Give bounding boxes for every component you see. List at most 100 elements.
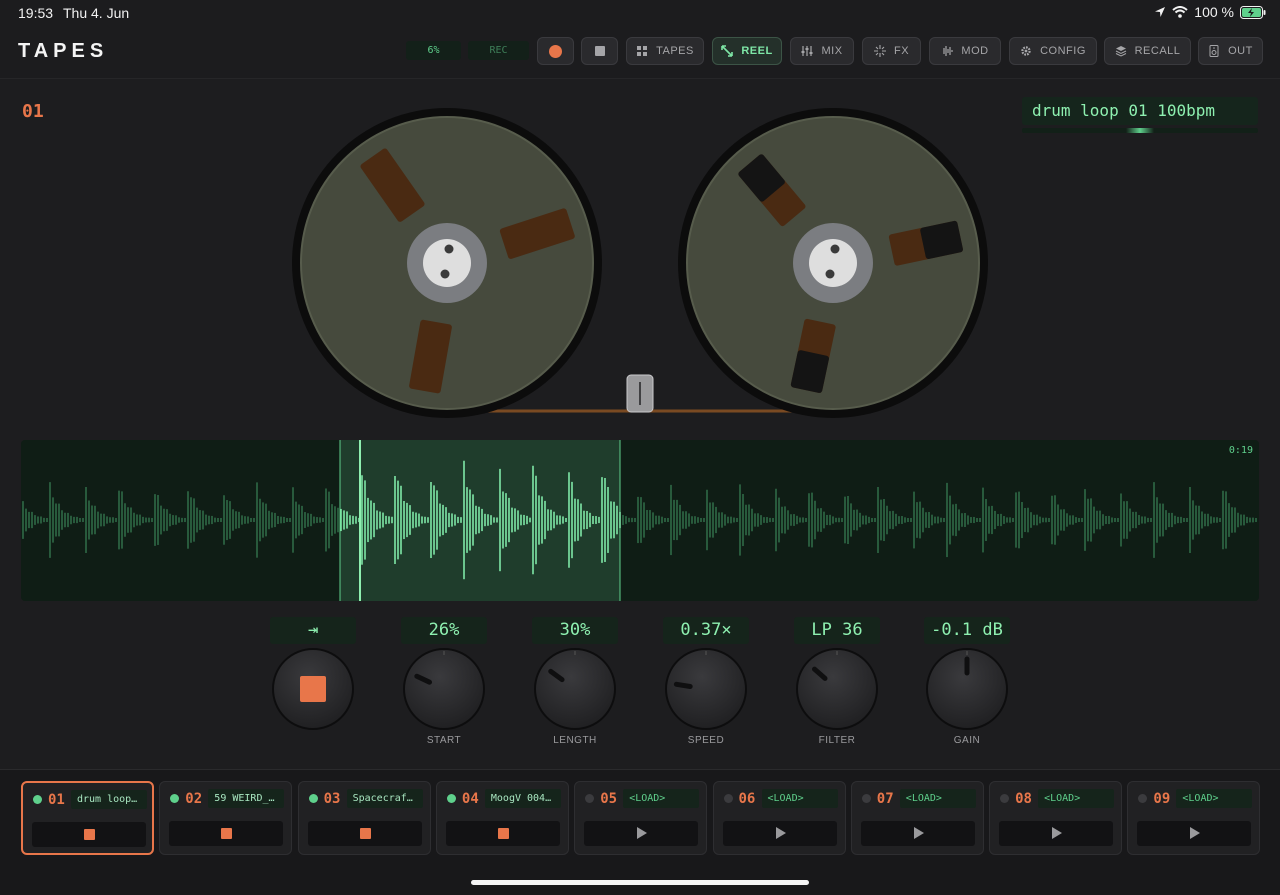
left-reel[interactable] — [292, 108, 602, 418]
tape-slot[interactable]: 03 Spacecraf… — [297, 781, 431, 855]
tape-reels — [292, 108, 988, 418]
status-icons: 100 % — [1154, 4, 1266, 20]
slot-name[interactable]: Spacecraf… — [346, 789, 423, 808]
tab-tapes[interactable]: TAPES — [626, 37, 704, 65]
tab-recall[interactable]: RECALL — [1104, 37, 1191, 65]
slot-status-led — [861, 794, 871, 803]
slot-status-led — [1138, 794, 1148, 803]
slot-play-button[interactable] — [999, 821, 1114, 846]
speaker-icon — [1209, 45, 1219, 57]
length-control: 30% LENGTH — [532, 617, 618, 746]
start-knob[interactable] — [403, 648, 485, 730]
tape-slot[interactable]: 07 <LOAD> — [850, 781, 984, 855]
home-indicator[interactable] — [471, 880, 809, 885]
mode-control: ⇥ — [270, 617, 356, 730]
slot-name[interactable]: <LOAD> — [1038, 789, 1115, 808]
layers-icon — [1115, 46, 1126, 57]
slot-name[interactable]: <LOAD> — [623, 789, 700, 808]
stop-icon — [359, 828, 371, 839]
length-value: 30% — [532, 617, 618, 644]
slot-stop-button[interactable] — [169, 821, 284, 846]
record-button[interactable] — [537, 37, 574, 65]
slot-play-button[interactable] — [860, 821, 975, 846]
date: Thu 4. Jun — [63, 5, 130, 21]
tab-reel-label: REEL — [741, 45, 773, 57]
tape-slot[interactable]: 08 <LOAD> — [989, 781, 1123, 855]
slot-stop-button[interactable] — [32, 822, 146, 847]
speed-label: SPEED — [687, 735, 725, 746]
tab-mix[interactable]: MIX — [790, 37, 854, 65]
slot-name[interactable]: <LOAD> — [761, 789, 838, 808]
gain-knob[interactable] — [926, 648, 1008, 730]
sliders-icon — [801, 46, 813, 56]
tab-tapes-label: TAPES — [656, 45, 694, 57]
mode-toggle[interactable]: ⇥ — [270, 617, 356, 644]
slot-play-button[interactable] — [584, 821, 699, 846]
tab-fx[interactable]: FX — [862, 37, 921, 65]
tab-fx-label: FX — [893, 45, 910, 57]
level-readout: 6% — [406, 41, 461, 60]
slot-name[interactable]: drum loop… — [71, 790, 147, 809]
play-icon — [913, 827, 924, 839]
slot-name[interactable]: 59 WEIRD_… — [208, 789, 285, 808]
filter-label: FILTER — [818, 735, 856, 746]
tape-slot[interactable]: 02 59 WEIRD_… — [159, 781, 293, 855]
slot-status-led — [33, 795, 42, 804]
tab-out-label: OUT — [1228, 45, 1253, 57]
slot-play-button[interactable] — [1137, 821, 1252, 846]
clock: 19:53 — [18, 5, 54, 21]
start-label: START — [426, 735, 462, 746]
slot-number: 02 — [185, 791, 203, 807]
stop-icon — [84, 829, 95, 840]
tape-slot[interactable]: 09 <LOAD> — [1127, 781, 1261, 855]
stop-pad-button[interactable] — [272, 648, 354, 730]
slot-number: 06 — [738, 791, 756, 807]
slot-number: 04 — [461, 791, 479, 807]
slot-number: 08 — [1015, 791, 1032, 807]
tab-reel[interactable]: REEL — [712, 37, 782, 65]
slot-status-led — [308, 794, 318, 803]
tab-out[interactable]: OUT — [1198, 37, 1263, 65]
location-icon — [1155, 7, 1166, 17]
slot-number: 03 — [323, 791, 341, 807]
play-icon — [637, 827, 648, 839]
battery-percent: 100 % — [1194, 4, 1234, 20]
stop-icon — [497, 828, 509, 839]
tape-head[interactable] — [626, 374, 654, 413]
rec-indicator: REC — [468, 41, 529, 60]
slot-status-led — [1000, 794, 1010, 803]
waveform-display[interactable]: 0:19 — [21, 440, 1259, 601]
gain-control: -0.1 dB GAIN — [924, 617, 1010, 746]
tape-slot[interactable]: 06 <LOAD> — [712, 781, 846, 855]
tab-mod[interactable]: MOD — [929, 37, 1001, 65]
tab-config[interactable]: CONFIG — [1009, 37, 1097, 65]
slot-name[interactable]: <LOAD> — [899, 789, 976, 808]
slot-stop-button[interactable] — [307, 821, 422, 846]
tape-slot[interactable]: 05 <LOAD> — [574, 781, 708, 855]
tape-slot[interactable]: 04 MoogV 004… — [435, 781, 569, 855]
speed-knob[interactable] — [665, 648, 747, 730]
start-value: 26% — [401, 617, 487, 644]
tab-mix-label: MIX — [821, 45, 843, 57]
slot-stop-button[interactable] — [445, 821, 560, 846]
slot-number: 09 — [1153, 791, 1171, 807]
length-knob[interactable] — [534, 648, 616, 730]
tab-mod-label: MOD — [961, 45, 989, 57]
slot-play-button[interactable] — [722, 821, 837, 846]
stop-button[interactable] — [581, 37, 618, 65]
speed-control: 0.37× SPEED — [663, 617, 749, 746]
slot-number: 07 — [876, 791, 894, 807]
time-label: 0:19 — [1228, 445, 1253, 456]
filter-control: LP 36 FILTER — [794, 617, 880, 746]
stop-icon — [300, 676, 326, 702]
slot-name[interactable]: <LOAD> — [1176, 789, 1253, 808]
sparkle-icon — [873, 45, 886, 57]
slot-name[interactable]: MoogV 004… — [484, 789, 561, 808]
knob-pointer — [673, 681, 693, 689]
right-reel[interactable] — [678, 108, 988, 418]
waveform-icon — [943, 46, 954, 56]
filter-knob[interactable] — [796, 648, 878, 730]
tape-slot[interactable]: 01 drum loop… — [21, 781, 154, 855]
speed-value: 0.37× — [663, 617, 749, 644]
slot-number: 05 — [600, 791, 618, 807]
